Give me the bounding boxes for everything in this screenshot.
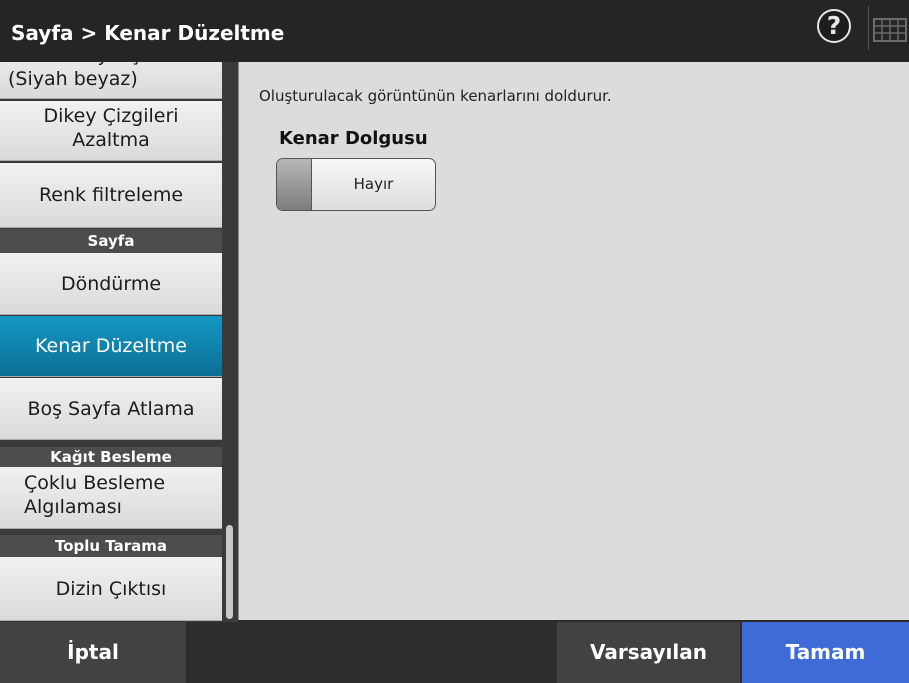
sidebar-item-color-filter[interactable]: Renk filtreleme — [0, 163, 222, 228]
title-bar: Sayfa > Kenar Düzeltme ? — [0, 0, 909, 62]
edge-filling-label: Kenar Dolgusu — [279, 128, 428, 149]
help-button[interactable]: ? — [817, 9, 851, 43]
sidebar-section-paper-feeding: Kağıt Besleme — [0, 447, 222, 467]
ok-button[interactable]: Tamam — [742, 622, 909, 683]
cancel-button[interactable]: İptal — [0, 622, 186, 683]
sidebar-section-batch-scan: Toplu Tarama — [0, 535, 222, 557]
sidebar-item-index-output[interactable]: Dizin Çıktısı — [0, 557, 222, 621]
page-title: Sayfa > Kenar Düzeltme — [11, 21, 285, 45]
help-icon: ? — [826, 11, 842, 40]
keyboard-icon — [873, 18, 907, 42]
sidebar-scrollbar-thumb[interactable] — [226, 525, 233, 619]
sidebar-item-multifeed-detection[interactable]: Çoklu Besleme Algılaması — [0, 467, 222, 529]
sidebar-item-vertical-streak-reduction[interactable]: Dikey Çizgileri Azaltma — [0, 101, 222, 161]
default-button[interactable]: Varsayılan — [557, 622, 740, 683]
footer-bar: İptal Varsayılan Tamam — [0, 622, 909, 683]
sidebar: Görüntü İyileştirme (Siyah beyaz) Dikey … — [0, 62, 222, 622]
sidebar-item-rotation[interactable]: Döndürme — [0, 253, 222, 315]
edge-filling-toggle[interactable]: Hayır — [276, 158, 436, 211]
toggle-knob — [277, 159, 312, 210]
sidebar-item-edge-correction[interactable]: Kenar Düzeltme — [0, 316, 222, 377]
sidebar-item-image-enhancement[interactable]: Görüntü İyileştirme (Siyah beyaz) — [0, 62, 222, 99]
toggle-value: Hayır — [353, 175, 394, 193]
sidebar-item-blank-page-skip[interactable]: Boş Sayfa Atlama — [0, 378, 222, 440]
settings-panel: Oluşturulacak görüntünün kenarlarını dol… — [238, 62, 909, 620]
keyboard-button[interactable] — [868, 6, 909, 50]
sidebar-section-page: Sayfa — [0, 229, 222, 253]
setting-description: Oluşturulacak görüntünün kenarlarını dol… — [259, 87, 612, 105]
